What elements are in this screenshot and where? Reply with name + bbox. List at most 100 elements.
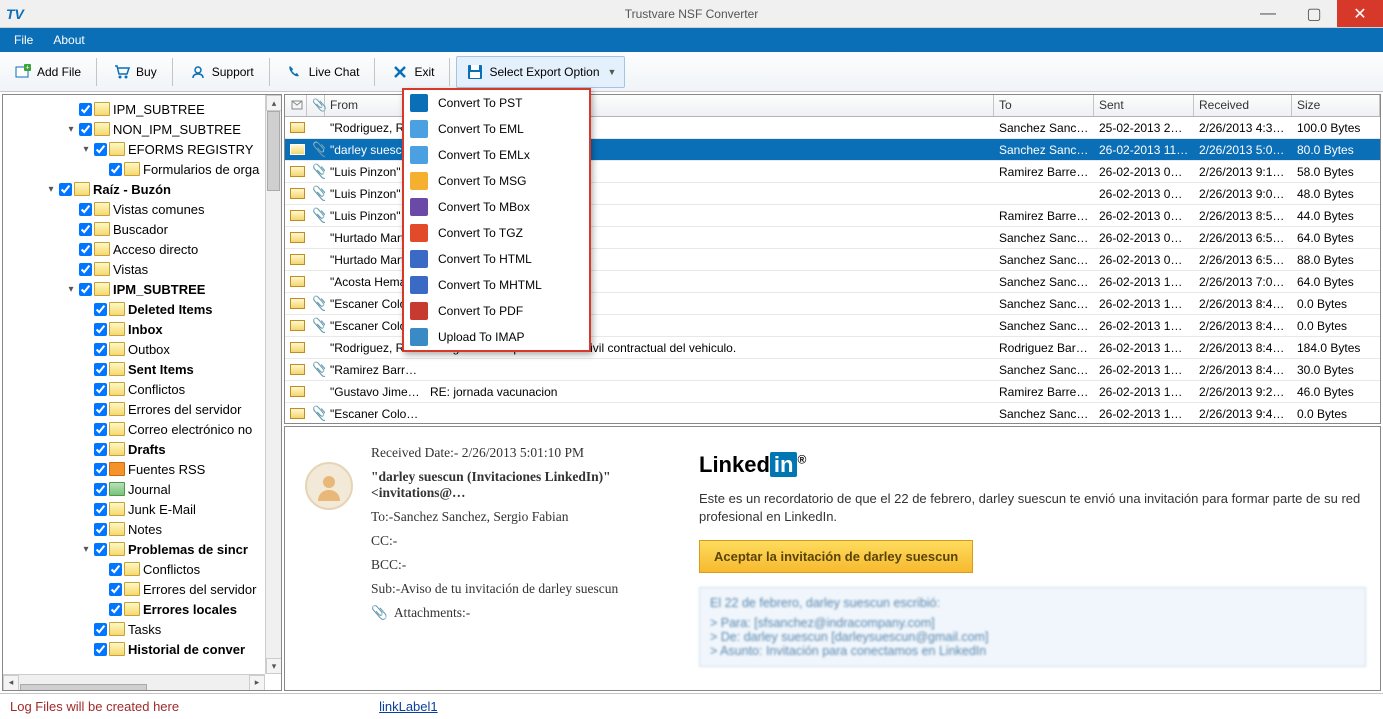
expander-icon[interactable] (80, 323, 92, 335)
expander-icon[interactable] (80, 303, 92, 315)
tree-item[interactable]: Outbox (5, 339, 279, 359)
expander-icon[interactable]: ▾ (65, 123, 77, 135)
expander-icon[interactable] (80, 483, 92, 495)
tree-checkbox[interactable] (109, 603, 122, 616)
add-file-button[interactable]: + Add File (4, 56, 90, 88)
tree-checkbox[interactable] (109, 583, 122, 596)
tree-checkbox[interactable] (94, 463, 107, 476)
col-to[interactable]: To (994, 95, 1094, 116)
expander-icon[interactable] (80, 623, 92, 635)
export-menu-item[interactable]: Convert To EMLx (404, 142, 589, 168)
tree-checkbox[interactable] (94, 403, 107, 416)
tree-checkbox[interactable] (79, 283, 92, 296)
tree-item[interactable]: Vistas comunes (5, 199, 279, 219)
export-menu-item[interactable]: Convert To HTML (404, 246, 589, 272)
live-chat-button[interactable]: Live Chat (276, 56, 369, 88)
export-menu-item[interactable]: Convert To PDF (404, 298, 589, 324)
export-menu-item[interactable]: Convert To EML (404, 116, 589, 142)
export-menu-item[interactable]: Convert To PST (404, 90, 589, 116)
expander-icon[interactable] (95, 583, 107, 595)
tree-item[interactable]: ▾NON_IPM_SUBTREE (5, 119, 279, 139)
tree-checkbox[interactable] (109, 563, 122, 576)
export-menu-item[interactable]: Convert To MBox (404, 194, 589, 220)
expander-icon[interactable] (80, 523, 92, 535)
expander-icon[interactable] (80, 423, 92, 435)
expander-icon[interactable] (80, 343, 92, 355)
tree-item[interactable]: Notes (5, 519, 279, 539)
tree-checkbox[interactable] (94, 363, 107, 376)
tree-item[interactable]: Drafts (5, 439, 279, 459)
tree-item[interactable]: ▾IPM_SUBTREE (5, 279, 279, 299)
expander-icon[interactable]: ▾ (45, 183, 57, 195)
tree-checkbox[interactable] (94, 343, 107, 356)
tree-checkbox[interactable] (94, 303, 107, 316)
tree-item[interactable]: Journal (5, 479, 279, 499)
message-row[interactable]: "Gustavo Jimene…RE: jornada vacunacionRa… (285, 381, 1380, 403)
tree-checkbox[interactable] (79, 263, 92, 276)
col-size[interactable]: Size (1292, 95, 1380, 116)
tree-item[interactable]: Conflictos (5, 379, 279, 399)
tree-checkbox[interactable] (94, 623, 107, 636)
expander-icon[interactable] (65, 223, 77, 235)
expander-icon[interactable] (80, 443, 92, 455)
expander-icon[interactable] (65, 103, 77, 115)
expander-icon[interactable] (65, 203, 77, 215)
buy-button[interactable]: Buy (103, 56, 166, 88)
tree-item[interactable]: ▾EFORMS REGISTRY (5, 139, 279, 159)
expander-icon[interactable]: ▾ (80, 543, 92, 555)
expander-icon[interactable] (80, 503, 92, 515)
support-button[interactable]: Support (179, 56, 263, 88)
tree-item[interactable]: Tasks (5, 619, 279, 639)
tree-checkbox[interactable] (94, 143, 107, 156)
tree-item[interactable]: Vistas (5, 259, 279, 279)
expander-icon[interactable] (65, 243, 77, 255)
expander-icon[interactable] (80, 463, 92, 475)
expander-icon[interactable] (65, 263, 77, 275)
export-dropdown[interactable]: Select Export Option ▼ (456, 56, 625, 88)
expander-icon[interactable]: ▾ (80, 143, 92, 155)
menu-about[interactable]: About (43, 29, 94, 51)
expander-icon[interactable] (80, 363, 92, 375)
exit-button[interactable]: Exit (381, 56, 443, 88)
export-menu-item[interactable]: Convert To MSG (404, 168, 589, 194)
minimize-button[interactable]: — (1245, 0, 1291, 27)
tree-item[interactable]: ▾Problemas de sincr (5, 539, 279, 559)
tree-checkbox[interactable] (79, 203, 92, 216)
tree-checkbox[interactable] (94, 383, 107, 396)
tree-checkbox[interactable] (59, 183, 72, 196)
col-flag-icon[interactable] (285, 95, 307, 116)
tree-item[interactable]: Junk E-Mail (5, 499, 279, 519)
status-link[interactable]: linkLabel1 (379, 699, 438, 714)
tree-checkbox[interactable] (79, 243, 92, 256)
tree-item[interactable]: Historial de conver (5, 639, 279, 659)
tree-item[interactable]: Correo electrónico no (5, 419, 279, 439)
tree-checkbox[interactable] (94, 643, 107, 656)
tree-item[interactable]: ▾Raíz - Buzón (5, 179, 279, 199)
tree-checkbox[interactable] (94, 323, 107, 336)
expander-icon[interactable] (95, 563, 107, 575)
message-row[interactable]: 📎"Ramirez Barre…Sanchez Sanche…26-02-201… (285, 359, 1380, 381)
tree-checkbox[interactable] (79, 223, 92, 236)
tree-checkbox[interactable] (94, 423, 107, 436)
tree-checkbox[interactable] (79, 103, 92, 116)
tree-checkbox[interactable] (109, 163, 122, 176)
tree-item[interactable]: Fuentes RSS (5, 459, 279, 479)
tree-item[interactable]: Buscador (5, 219, 279, 239)
tree-item[interactable]: Inbox (5, 319, 279, 339)
tree-item[interactable]: Errores del servidor (5, 579, 279, 599)
tree-item[interactable]: Errores locales (5, 599, 279, 619)
tree-checkbox[interactable] (94, 503, 107, 516)
tree-item[interactable]: Errores del servidor (5, 399, 279, 419)
tree-item[interactable]: Deleted Items (5, 299, 279, 319)
expander-icon[interactable] (95, 163, 107, 175)
expander-icon[interactable]: ▾ (65, 283, 77, 295)
menu-file[interactable]: File (4, 29, 43, 51)
expander-icon[interactable] (95, 603, 107, 615)
export-menu-item[interactable]: Convert To TGZ (404, 220, 589, 246)
tree-checkbox[interactable] (94, 543, 107, 556)
tree-checkbox[interactable] (94, 483, 107, 496)
export-menu-item[interactable]: Convert To MHTML (404, 272, 589, 298)
tree-checkbox[interactable] (94, 443, 107, 456)
tree-item[interactable]: Formularios de orga (5, 159, 279, 179)
tree-item[interactable]: Conflictos (5, 559, 279, 579)
